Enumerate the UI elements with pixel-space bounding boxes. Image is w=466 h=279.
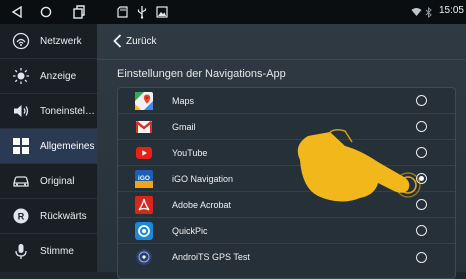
gps-test-icon bbox=[135, 248, 153, 266]
radio-button[interactable] bbox=[416, 95, 427, 106]
radio-button[interactable] bbox=[416, 225, 427, 236]
svg-text:iGO: iGO bbox=[138, 175, 150, 182]
svg-text:R: R bbox=[18, 212, 25, 222]
list-item-adobe-acrobat[interactable]: Adobe Acrobat bbox=[118, 192, 455, 218]
sidebar-item-label: Toneinstellungen bbox=[40, 105, 97, 117]
app-name: Maps bbox=[172, 95, 195, 106]
radio-button-selected[interactable] bbox=[416, 173, 427, 184]
sidebar-item-netzwerk[interactable]: Netzwerk bbox=[0, 24, 97, 59]
list-item-quickpic[interactable]: QuickPic bbox=[118, 218, 455, 244]
sidebar-item-label: Stimme bbox=[40, 246, 74, 257]
network-icon bbox=[10, 30, 32, 52]
sidebar-item-stimme[interactable]: Stimme bbox=[0, 234, 97, 269]
recent-apps-icon[interactable] bbox=[70, 3, 88, 21]
home-circle-icon[interactable] bbox=[37, 3, 55, 21]
radio-button[interactable] bbox=[416, 199, 427, 210]
list-item-igo-navigation[interactable]: iGO iGO Navigation bbox=[118, 166, 455, 192]
sidebar-item-toneinstellungen[interactable]: Toneinstellungen bbox=[0, 94, 97, 129]
main-panel: Zurück Einstellungen der Navigations-App… bbox=[97, 24, 466, 279]
sidebar-item-label: Original bbox=[40, 175, 75, 187]
gmail-icon bbox=[135, 118, 153, 136]
sidebar-item-label: Netzwerk bbox=[40, 35, 82, 47]
wifi-icon bbox=[410, 3, 422, 21]
app-name: AndroiTS GPS Test bbox=[172, 252, 250, 262]
grid-icon bbox=[10, 135, 32, 157]
usb-icon bbox=[133, 3, 151, 21]
bluetooth-icon bbox=[423, 3, 433, 21]
igo-icon: iGO bbox=[135, 169, 153, 188]
navigation-app-list: Maps Gmail YouTube iGO iGO Navigation Ad… bbox=[117, 87, 456, 279]
youtube-icon bbox=[135, 144, 153, 162]
quickpic-icon bbox=[135, 221, 153, 240]
chevron-left-icon bbox=[113, 34, 122, 48]
radio-button[interactable] bbox=[416, 251, 427, 263]
list-item-youtube[interactable]: YouTube bbox=[118, 140, 455, 166]
app-name: YouTube bbox=[172, 147, 208, 158]
sidebar-item-allgemeines[interactable]: Allgemeines bbox=[0, 129, 97, 164]
sidebar-item-label: Allgemeines bbox=[40, 140, 95, 152]
status-bar: 15:05 bbox=[0, 0, 466, 24]
sidebar-item-rueckwaerts[interactable]: R Rückwärts bbox=[0, 199, 97, 234]
radio-button[interactable] bbox=[416, 121, 427, 132]
app-name: QuickPic bbox=[172, 225, 208, 236]
list-item-androits-gps-test[interactable]: AndroiTS GPS Test bbox=[118, 244, 455, 270]
sidebar-item-anzeige[interactable]: Anzeige bbox=[0, 59, 97, 94]
sidebar-item-original[interactable]: Original bbox=[0, 164, 97, 199]
acrobat-icon bbox=[135, 195, 153, 214]
app-name: Adobe Acrobat bbox=[172, 199, 232, 210]
sidebar: Netzwerk Anzeige Toneinstellungen Allgem… bbox=[0, 24, 97, 272]
reverse-icon: R bbox=[10, 205, 32, 227]
microphone-icon bbox=[10, 241, 32, 263]
sidebar-item-label: Rückwärts bbox=[40, 210, 87, 222]
app-name: Gmail bbox=[172, 121, 196, 132]
speaker-icon bbox=[10, 100, 32, 122]
list-item-gmail[interactable]: Gmail bbox=[118, 114, 455, 140]
app-name: iGO Navigation bbox=[172, 173, 234, 184]
google-maps-icon bbox=[135, 91, 153, 110]
back-button[interactable]: Zurück bbox=[113, 30, 157, 52]
back-triangle-icon[interactable] bbox=[8, 3, 26, 21]
sidebar-item-label: Anzeige bbox=[40, 70, 77, 82]
clock: 15:05 bbox=[438, 5, 464, 16]
divider bbox=[97, 59, 466, 60]
brightness-icon bbox=[10, 65, 32, 87]
car-icon bbox=[10, 170, 32, 192]
list-item-maps[interactable]: Maps bbox=[118, 88, 455, 114]
back-label: Zurück bbox=[126, 35, 157, 47]
section-title: Einstellungen der Navigations-App bbox=[117, 68, 286, 80]
image-icon bbox=[153, 3, 171, 21]
radio-button[interactable] bbox=[416, 147, 427, 158]
sd-card-icon bbox=[113, 3, 131, 21]
